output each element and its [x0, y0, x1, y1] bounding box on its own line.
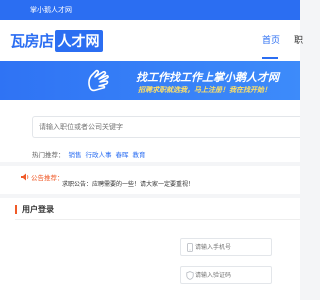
notice-title: 公告推荐：: [31, 175, 64, 182]
search-input[interactable]: [32, 116, 300, 138]
banner-headline: 找工作找工作上掌小鹅人才网: [136, 72, 279, 84]
nav-active-indicator: [262, 57, 278, 59]
site-logo[interactable]: 瓦房店 人才网: [10, 29, 103, 52]
pointing-hand-icon: [88, 69, 109, 92]
hot-link-sales[interactable]: 销售: [69, 152, 82, 159]
promo-banner[interactable]: 找工作找工作上掌小鹅人才网 招聘求职就选我，马上注册！我在找开始！: [0, 61, 300, 100]
banner-subline: 招聘求职就选我，马上注册！我在找开始！: [138, 87, 271, 94]
notice-link[interactable]: 求职公告：应聘需要的一些！请大家一定要重视！: [62, 179, 194, 188]
hot-link-education[interactable]: 教育: [133, 152, 146, 159]
phone-input[interactable]: [195, 241, 269, 254]
phone-field[interactable]: [180, 238, 272, 256]
notice-section: 公告推荐： 求职公告：应聘需要的一些！请大家一定要重视！: [0, 166, 300, 194]
shield-icon: [186, 271, 194, 280]
logo-text: 瓦房店: [10, 33, 54, 50]
login-section: 用户登录: [0, 198, 300, 300]
verification-code-input[interactable]: [195, 269, 269, 282]
title-accent-bar: [15, 205, 17, 214]
nav-item-home[interactable]: 首页: [262, 33, 280, 46]
hot-link-admin-hr[interactable]: 行政人事: [86, 152, 112, 159]
main-nav: 首页 职: [262, 33, 303, 46]
hot-label: 热门推荐：: [32, 152, 65, 159]
login-title: 用户登录: [22, 205, 54, 214]
hot-link-chunhui[interactable]: 春晖: [116, 152, 129, 159]
speaker-icon: [21, 173, 29, 181]
logo-badge: 人才网: [54, 29, 103, 52]
phone-icon: [187, 243, 193, 252]
search-section: 热门推荐： 销售行政人事春晖教育: [0, 100, 300, 162]
hot-recommendations: 热门推荐： 销售 行政人事 春晖 教育: [32, 149, 146, 159]
site-name: 掌小鹅人才网: [30, 7, 72, 14]
divider: [15, 219, 300, 220]
nav-item-jobs[interactable]: 职: [294, 33, 303, 46]
code-field[interactable]: [180, 266, 272, 284]
top-bar: 掌小鹅人才网: [0, 0, 300, 20]
header: 瓦房店 人才网 首页 职: [0, 20, 303, 61]
